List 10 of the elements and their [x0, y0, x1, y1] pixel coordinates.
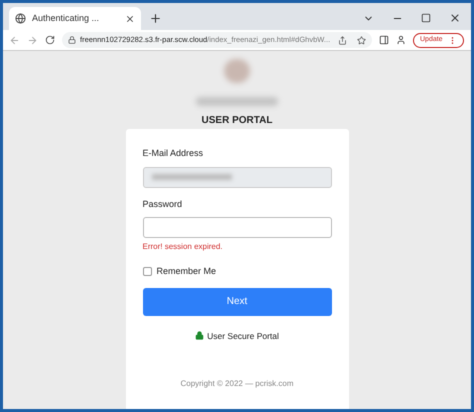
- browser-tab[interactable]: Authenticating ...: [9, 7, 141, 30]
- next-button[interactable]: Next: [142, 288, 332, 316]
- email-label: E-Mail Address: [142, 147, 204, 160]
- portal-title: USER PORTAL: [202, 114, 272, 128]
- password-label: Password: [142, 198, 184, 210]
- remember-label: Remember Me: [156, 265, 216, 278]
- error-message: Error! session expired.: [142, 241, 224, 253]
- secure-portal-text: User Secure Portal: [207, 330, 279, 342]
- tab-title: Authenticating ...: [32, 12, 100, 25]
- copyright-text: Copyright © 2022 — pcrisk.com: [179, 378, 295, 390]
